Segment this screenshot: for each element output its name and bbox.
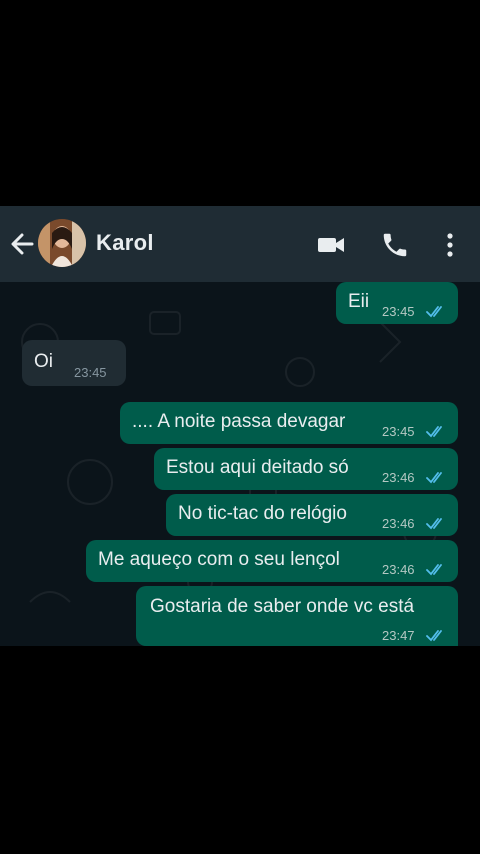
double-check-icon (426, 630, 442, 642)
message-bubble[interactable]: Gostaria de saber onde vc está 23:47 (136, 586, 458, 646)
double-check-icon (426, 426, 442, 438)
contact-name[interactable]: Karol (96, 230, 154, 256)
video-call-button[interactable] (316, 230, 346, 260)
message-bubble[interactable]: Estou aqui deitado só 23:46 (154, 448, 458, 490)
double-check-icon (426, 472, 442, 484)
message-bubble[interactable]: Eii 23:45 (336, 282, 458, 324)
avatar[interactable] (38, 219, 86, 267)
message-time: 23:46 (382, 562, 415, 577)
message-text: Oi (34, 351, 53, 372)
back-button[interactable] (8, 228, 38, 260)
menu-button[interactable] (437, 230, 463, 260)
arrow-left-icon (11, 233, 34, 255)
message-text: Me aqueço com o seu lençol (98, 549, 340, 570)
message-bubble[interactable]: .... A noite passa devagar 23:45 (120, 402, 458, 444)
message-time: 23:45 (382, 304, 415, 319)
chat-screen: Karol Eii 23:45 Oi 23:45 .... A noite pa… (0, 206, 480, 646)
message-text: .... A noite passa devagar (132, 411, 346, 432)
double-check-icon (426, 306, 442, 318)
voice-call-button[interactable] (380, 230, 410, 260)
message-text: No tic-tac do relógio (178, 503, 347, 524)
message-text: Gostaria de saber onde vc está (150, 596, 415, 617)
message-bubble[interactable]: No tic-tac do relógio 23:46 (166, 494, 458, 536)
message-text: Eii (348, 291, 370, 312)
double-check-icon (426, 564, 442, 576)
message-bubble[interactable]: Me aqueço com o seu lençol 23:46 (86, 540, 458, 582)
double-check-icon (426, 518, 442, 530)
message-text: Estou aqui deitado só (166, 457, 349, 478)
more-vertical-icon (447, 233, 453, 257)
avatar-image (38, 219, 86, 267)
video-camera-icon (318, 238, 344, 252)
message-time: 23:45 (74, 365, 107, 380)
message-bubble[interactable]: Oi 23:45 (22, 340, 126, 386)
chat-header: Karol (0, 206, 480, 282)
message-time: 23:47 (382, 628, 415, 643)
message-time: 23:46 (382, 470, 415, 485)
message-time: 23:45 (382, 424, 415, 439)
message-time: 23:46 (382, 516, 415, 531)
message-list: Eii 23:45 Oi 23:45 .... A noite passa de… (0, 282, 480, 646)
phone-icon (383, 233, 407, 257)
